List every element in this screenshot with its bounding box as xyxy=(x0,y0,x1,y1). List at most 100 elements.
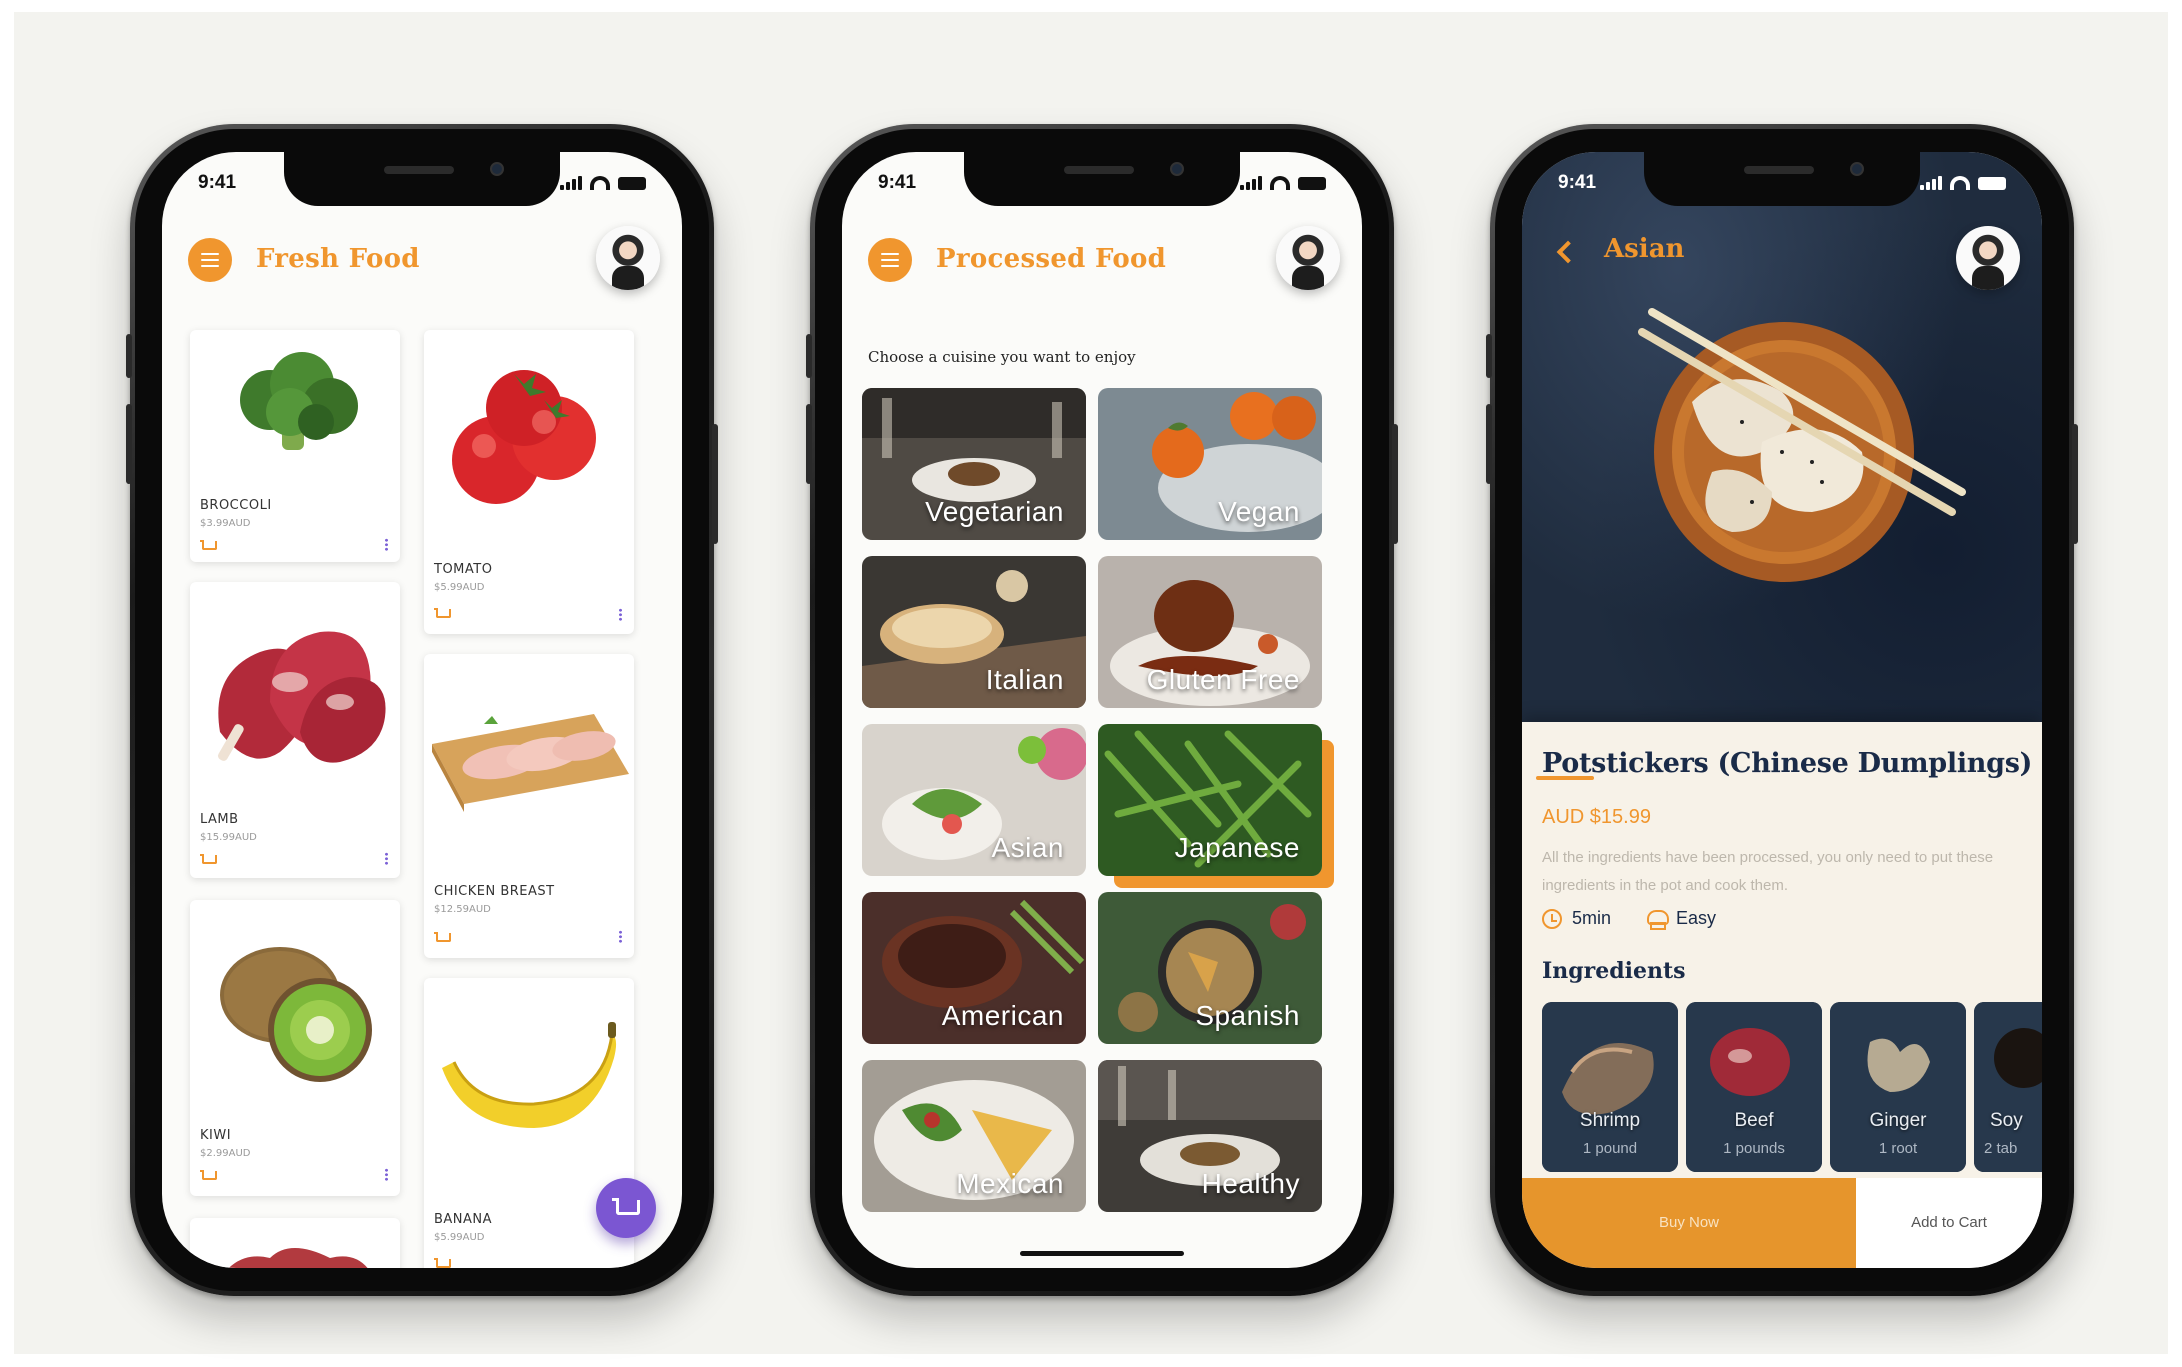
volume-button xyxy=(806,404,812,484)
notch xyxy=(1644,152,1920,206)
cook-time-value: 5min xyxy=(1572,908,1612,928)
battery-icon xyxy=(1298,177,1326,190)
product-price: $2.99AUD xyxy=(200,1148,251,1159)
avatar[interactable] xyxy=(1276,226,1340,290)
product-name: BANANA xyxy=(434,1212,493,1227)
cart-icon[interactable] xyxy=(200,854,217,866)
cart-icon[interactable] xyxy=(434,608,451,620)
banana-image xyxy=(442,1022,617,1128)
ingredient-card[interactable]: Beef 1 pounds xyxy=(1686,1002,1822,1172)
more-options-icon[interactable] xyxy=(385,1168,388,1181)
notch xyxy=(284,152,560,206)
product-card[interactable]: TOMATO $5.99AUD xyxy=(424,330,634,634)
difficulty: Easy xyxy=(1646,908,1716,930)
cuisine-label: Mexican xyxy=(956,1168,1064,1199)
product-name: CHICKEN BREAST xyxy=(434,884,555,899)
ingredient-name: Soy xyxy=(1990,1110,2023,1131)
cart-fab-button[interactable] xyxy=(596,1178,656,1238)
cuisine-tile-vegan[interactable]: Vegan xyxy=(1098,388,1322,540)
cuisine-tile-mexican[interactable]: Mexican xyxy=(862,1060,1086,1212)
kiwi-image xyxy=(220,947,372,1082)
ingredient-card[interactable]: Shrimp 1 pound xyxy=(1542,1002,1678,1172)
cart-icon[interactable] xyxy=(200,1170,217,1182)
side-button xyxy=(806,334,812,378)
cuisine-label: Spanish xyxy=(1195,1000,1300,1031)
cuisine-tile-spanish[interactable]: Spanish xyxy=(1098,892,1322,1044)
product-price: $5.99AUD xyxy=(434,582,485,593)
signal-icon xyxy=(1920,176,1942,190)
avatar[interactable] xyxy=(1956,226,2020,290)
product-name: BROCCOLI xyxy=(200,498,272,513)
ingredient-card[interactable]: Ginger 1 root xyxy=(1830,1002,1966,1172)
tomato-image xyxy=(452,370,596,504)
cuisine-label: Healthy xyxy=(1201,1168,1300,1199)
cuisine-tile-gluten-free[interactable]: Gluten Free xyxy=(1098,556,1322,708)
cuisine-tile-healthy[interactable]: Healthy xyxy=(1098,1060,1322,1212)
product-price: $3.99AUD xyxy=(200,518,251,529)
ingredient-name: Ginger xyxy=(1869,1110,1927,1131)
product-price: $5.99AUD xyxy=(434,1232,485,1243)
status-icons xyxy=(1240,176,1326,190)
phone-processed-food: 9:41 Processed Food Choose a cuisine you… xyxy=(806,124,1398,1296)
cuisine-label: Japanese xyxy=(1174,832,1300,863)
app-header: Fresh Food xyxy=(162,214,682,304)
signal-icon xyxy=(1240,176,1262,190)
product-card[interactable]: LAMB $15.99AUD xyxy=(190,582,400,878)
avatar[interactable] xyxy=(596,226,660,290)
cuisine-label: Vegetarian xyxy=(925,496,1064,527)
more-options-icon[interactable] xyxy=(619,608,622,621)
category-title: Asian xyxy=(1604,234,1685,264)
wifi-icon xyxy=(1270,176,1290,190)
menu-button[interactable] xyxy=(868,238,912,282)
cart-icon[interactable] xyxy=(434,932,451,944)
home-indicator[interactable] xyxy=(1020,1251,1184,1256)
cuisine-tile-vegetarian[interactable]: Vegetarian xyxy=(862,388,1086,540)
signal-icon xyxy=(560,176,582,190)
product-card[interactable] xyxy=(190,1218,400,1268)
screen: 9:41 Processed Food Choose a cuisine you… xyxy=(842,152,1362,1268)
power-button xyxy=(712,424,718,544)
product-card[interactable]: BROCCOLI $3.99AUD xyxy=(190,330,400,562)
cart-icon[interactable] xyxy=(434,1258,451,1268)
menu-button[interactable] xyxy=(188,238,232,282)
chicken-breast-image xyxy=(432,714,629,812)
dish-price: AUD $15.99 xyxy=(1542,806,1651,828)
status-icons xyxy=(1920,176,2006,190)
product-price: $12.59AUD xyxy=(434,904,491,915)
product-price: $15.99AUD xyxy=(200,832,257,843)
status-time: 9:41 xyxy=(198,172,237,193)
product-card[interactable]: CHICKEN BREAST $12.59AUD xyxy=(424,654,634,958)
status-time: 9:41 xyxy=(1558,172,1597,193)
ingredient-card[interactable]: Soy 2 tab xyxy=(1974,1002,2042,1172)
phone-fresh-food: 9:41 Fresh Food BROCCOLI $3.99AUD LAMB $… xyxy=(126,124,718,1296)
buy-now-button[interactable]: Buy Now xyxy=(1522,1178,1856,1268)
cuisine-tile-asian[interactable]: Asian xyxy=(862,724,1086,876)
ingredient-qty: 1 pound xyxy=(1582,1140,1638,1157)
cuisine-tile-japanese[interactable]: Japanese xyxy=(1098,724,1322,876)
add-to-cart-button[interactable]: Add to Cart xyxy=(1856,1178,2042,1268)
page-title: Processed Food xyxy=(936,244,1167,274)
screen: 9:41 Asian Potstickers (Chinese Dumpling… xyxy=(1522,152,2042,1268)
dish-detail-card: Potstickers (Chinese Dumplings) AUD $15.… xyxy=(1522,722,2042,1188)
product-name: TOMATO xyxy=(434,562,493,577)
cuisine-label: Vegan xyxy=(1218,496,1300,527)
volume-button xyxy=(126,404,132,484)
ingredient-qty: 1 pounds xyxy=(1723,1140,1785,1157)
more-options-icon[interactable] xyxy=(619,930,622,943)
cuisine-tile-american[interactable]: American xyxy=(862,892,1086,1044)
notch xyxy=(964,152,1240,206)
status-time: 9:41 xyxy=(878,172,917,193)
battery-icon xyxy=(1978,177,2006,190)
page-title: Fresh Food xyxy=(256,244,420,274)
cuisine-label: American xyxy=(941,1000,1064,1031)
cuisine-tile-italian[interactable]: Italian xyxy=(862,556,1086,708)
clock-icon xyxy=(1542,908,1562,929)
product-card[interactable]: KIWI $2.99AUD xyxy=(190,900,400,1196)
more-options-icon[interactable] xyxy=(385,852,388,865)
cuisine-label: Gluten Free xyxy=(1146,664,1300,695)
cart-icon[interactable] xyxy=(200,540,217,552)
broccoli-image xyxy=(240,352,358,450)
product-name: LAMB xyxy=(200,812,239,827)
more-options-icon[interactable] xyxy=(385,538,388,551)
status-icons xyxy=(560,176,646,190)
